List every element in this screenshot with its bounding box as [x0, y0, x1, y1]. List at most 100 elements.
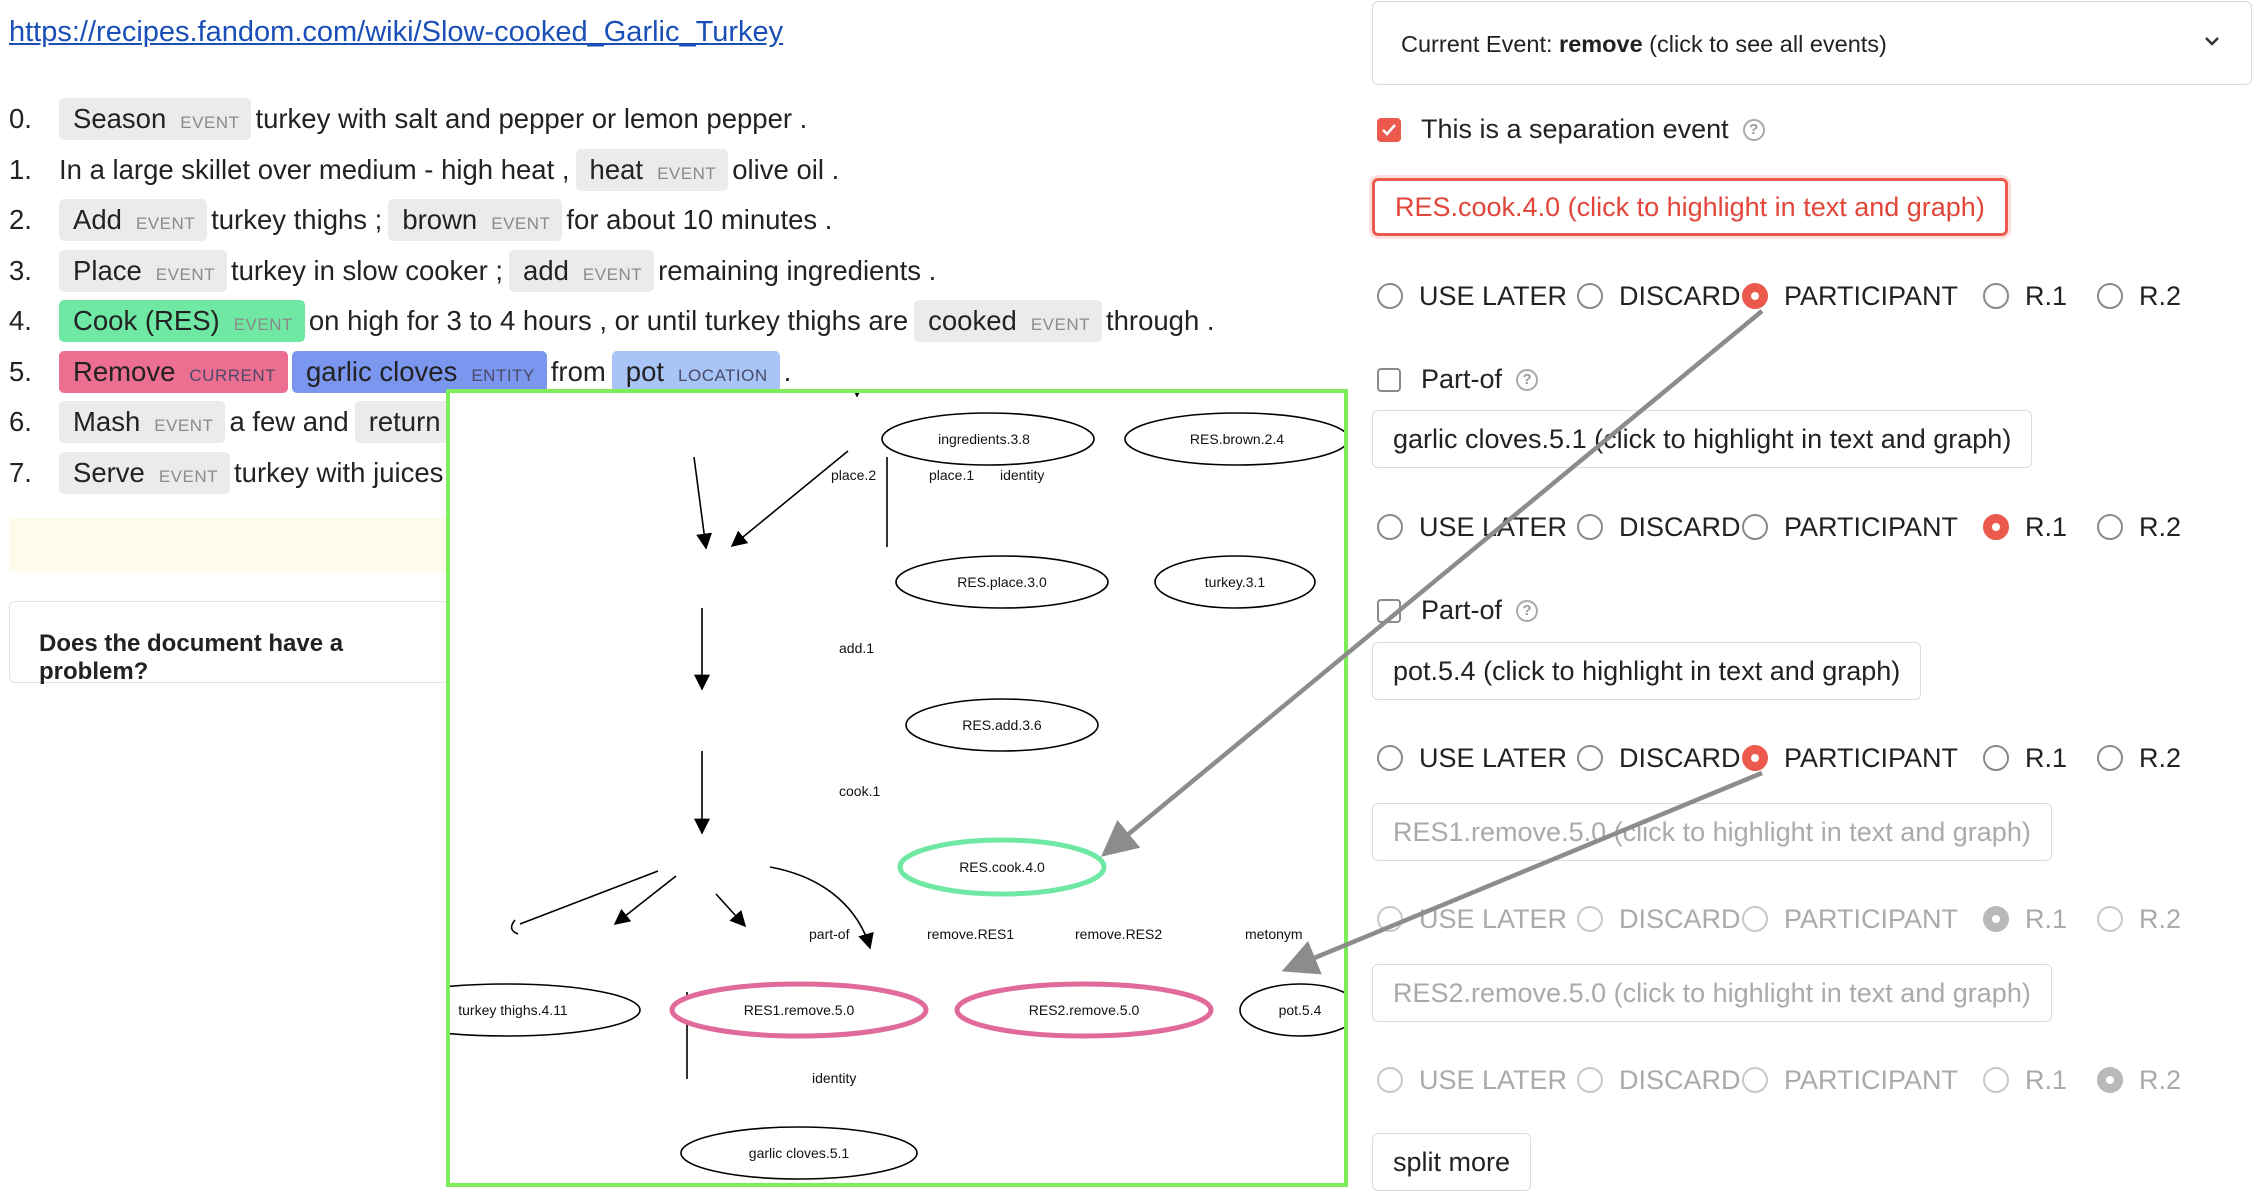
radio-button[interactable]: [1377, 906, 1403, 932]
recipe-url-link[interactable]: https://recipes.fandom.com/wiki/Slow-coo…: [9, 16, 783, 49]
role-option[interactable]: R.1: [1983, 1060, 2067, 1100]
edge-line: [730, 450, 849, 548]
role-option[interactable]: PARTICIPANT: [1742, 507, 1958, 547]
token-chip-event[interactable]: heat EVENT: [575, 148, 729, 191]
help-icon[interactable]: ?: [1742, 118, 1765, 141]
role-option[interactable]: R.2: [2097, 738, 2181, 778]
role-option-label: R.2: [2139, 1064, 2182, 1095]
document-problem-card[interactable]: Does the document have a problem?: [9, 601, 449, 685]
token-chip-res[interactable]: Cook (RES) EVENT: [59, 300, 305, 343]
token-chip-event[interactable]: brown EVENT: [388, 199, 563, 242]
token-chip-event[interactable]: Serve EVENT: [59, 451, 231, 494]
role-option[interactable]: USE LATER: [1377, 276, 1567, 316]
separation-label: This is a separation event: [1421, 114, 1729, 144]
token-chip-location[interactable]: pot LOCATION: [611, 350, 780, 393]
role-option[interactable]: R.2: [2097, 276, 2181, 316]
argument-button[interactable]: RES2.remove.5.0 (click to highlight in t…: [1372, 964, 2052, 1022]
radio-button[interactable]: [1377, 283, 1403, 309]
role-option[interactable]: R.2: [2097, 899, 2181, 939]
role-option[interactable]: R.2: [2097, 507, 2181, 547]
role-option[interactable]: USE LATER: [1377, 738, 1567, 778]
current-event-dropdown[interactable]: Current Event: remove (click to see all …: [1372, 1, 2252, 85]
role-option-label: PARTICIPANT: [1784, 511, 1959, 542]
radio-button[interactable]: [2097, 514, 2123, 540]
role-option[interactable]: USE LATER: [1377, 899, 1567, 939]
token-chip-event[interactable]: cooked EVENT: [914, 300, 1102, 343]
role-option[interactable]: PARTICIPANT: [1742, 1060, 1958, 1100]
radio-button[interactable]: [1577, 1067, 1603, 1093]
radio-button[interactable]: [1983, 745, 2009, 771]
role-option-label: USE LATER: [1419, 280, 1568, 311]
graph-node-label: turkey thighs.4.11: [458, 1002, 568, 1018]
step-text: olive oil .: [732, 153, 840, 185]
part-of-label: Part-of: [1421, 364, 1503, 394]
role-option[interactable]: R.1: [1983, 507, 2067, 547]
help-icon[interactable]: ?: [1516, 599, 1539, 622]
radio-button[interactable]: [1742, 514, 1768, 540]
role-option[interactable]: PARTICIPANT: [1742, 899, 1958, 939]
token-chip-entity[interactable]: garlic cloves ENTITY: [292, 350, 547, 393]
part-of-checkbox[interactable]: [1377, 598, 1401, 623]
part-of-checkbox[interactable]: [1377, 367, 1401, 392]
role-option[interactable]: DISCARD: [1577, 899, 1741, 939]
token-tag: EVENT: [582, 264, 643, 284]
token-text: Mash: [73, 406, 141, 438]
split-more-button[interactable]: split more: [1372, 1133, 1532, 1191]
token-tag: EVENT: [154, 416, 214, 436]
role-option[interactable]: DISCARD: [1577, 1060, 1741, 1100]
radio-button[interactable]: [1577, 283, 1603, 309]
argument-button[interactable]: garlic cloves.5.1 (click to highlight in…: [1372, 410, 2033, 468]
help-icon[interactable]: ?: [1516, 368, 1539, 391]
radio-button[interactable]: [2097, 745, 2123, 771]
token-chip-event[interactable]: add EVENT: [509, 249, 655, 292]
current-event-header: Current Event: remove (click to see all …: [1401, 31, 1887, 57]
radio-button[interactable]: [1983, 906, 2009, 932]
role-option[interactable]: DISCARD: [1577, 276, 1741, 316]
edge-label: place.1: [929, 467, 974, 483]
radio-button[interactable]: [1577, 745, 1603, 771]
token-chip-event[interactable]: Mash EVENT: [59, 401, 226, 444]
edge-label: part-of: [809, 926, 850, 942]
part-of-toggle[interactable]: Part-of?: [1377, 364, 1539, 395]
part-of-toggle[interactable]: Part-of?: [1377, 595, 1539, 626]
radio-button[interactable]: [2097, 1067, 2123, 1093]
radio-button[interactable]: [1577, 514, 1603, 540]
separation-checkbox[interactable]: [1377, 117, 1401, 142]
radio-button[interactable]: [1983, 1067, 2009, 1093]
radio-button[interactable]: [1742, 745, 1768, 771]
token-chip-event[interactable]: Add EVENT: [59, 199, 208, 242]
radio-button[interactable]: [1742, 906, 1768, 932]
radio-button[interactable]: [1377, 1067, 1403, 1093]
step-number: 0.: [9, 103, 32, 135]
graph-node-label: RES1.remove.5.0: [744, 1002, 855, 1018]
role-option[interactable]: DISCARD: [1577, 507, 1741, 547]
edge-tee: [510, 919, 519, 935]
role-option[interactable]: PARTICIPANT: [1742, 276, 1958, 316]
radio-button[interactable]: [1983, 514, 2009, 540]
separation-event-toggle[interactable]: This is a separation event ?: [1377, 114, 1765, 145]
radio-button[interactable]: [1377, 514, 1403, 540]
argument-button[interactable]: pot.5.4 (click to highlight in text and …: [1372, 642, 1922, 700]
radio-button[interactable]: [1742, 283, 1768, 309]
graph-node-label: RES.brown.2.4: [1190, 431, 1284, 447]
argument-button[interactable]: RES.cook.4.0 (click to highlight in text…: [1372, 178, 2008, 236]
role-option[interactable]: R.1: [1983, 738, 2067, 778]
token-chip-current[interactable]: Remove CURRENT: [59, 350, 289, 393]
radio-button[interactable]: [2097, 283, 2123, 309]
argument-button[interactable]: RES1.remove.5.0 (click to highlight in t…: [1372, 803, 2052, 861]
role-option[interactable]: USE LATER: [1377, 1060, 1567, 1100]
radio-button[interactable]: [2097, 906, 2123, 932]
radio-button[interactable]: [1377, 745, 1403, 771]
token-chip-event[interactable]: Place EVENT: [59, 249, 227, 292]
radio-button[interactable]: [1577, 906, 1603, 932]
role-option[interactable]: USE LATER: [1377, 507, 1567, 547]
radio-button[interactable]: [1742, 1067, 1768, 1093]
event-graph-panel[interactable]: place.2 place.1 identity add.1 cook.1 pa…: [446, 389, 1348, 1187]
token-chip-event[interactable]: Season EVENT: [59, 98, 252, 141]
role-option[interactable]: R.1: [1983, 899, 2067, 939]
role-option[interactable]: R.2: [2097, 1060, 2181, 1100]
role-option[interactable]: R.1: [1983, 276, 2067, 316]
radio-button[interactable]: [1983, 283, 2009, 309]
role-option[interactable]: DISCARD: [1577, 738, 1741, 778]
role-option[interactable]: PARTICIPANT: [1742, 738, 1958, 778]
